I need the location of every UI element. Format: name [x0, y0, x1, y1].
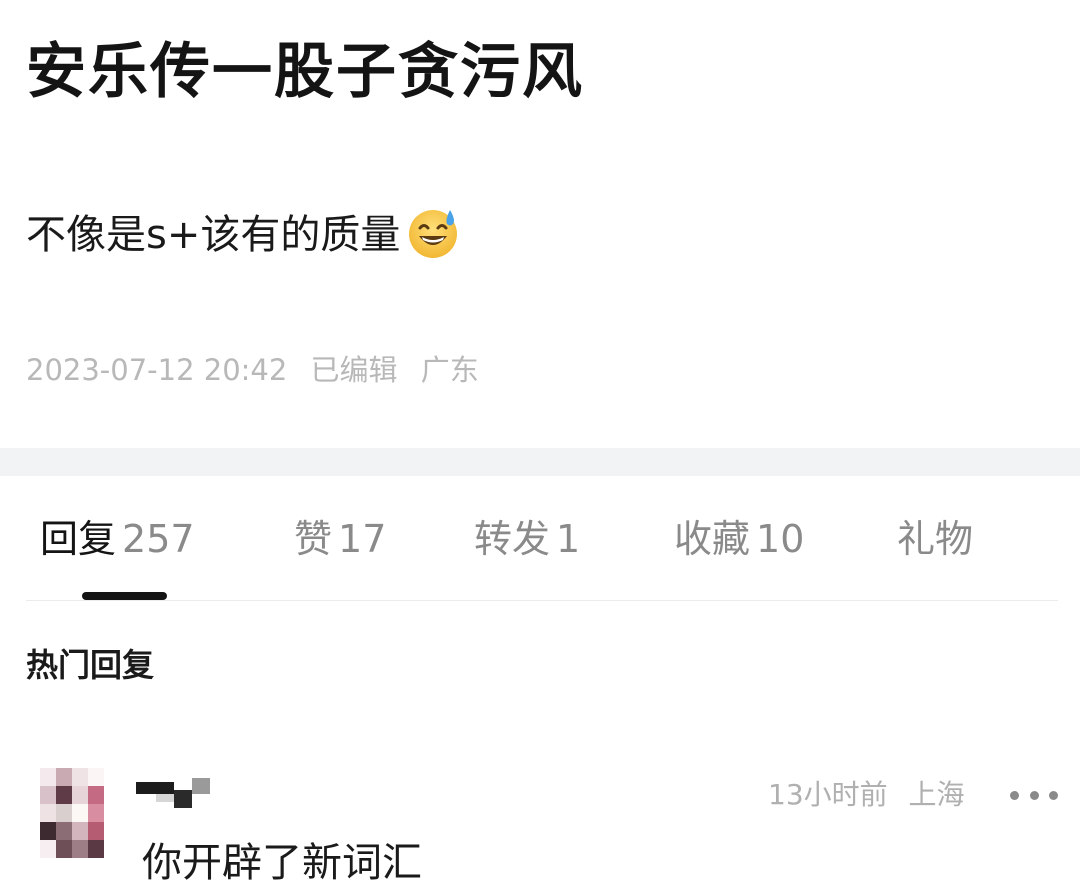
comment-text: 你开辟了新词汇: [142, 840, 422, 886]
comment-meta: 13小时前 上海: [768, 775, 977, 815]
tab-likes[interactable]: 赞 17: [294, 512, 386, 566]
tab-reposts-count: 1: [556, 517, 581, 561]
grinning-sweat-emoji-icon: [406, 206, 460, 260]
tab-favorites-label: 收藏: [674, 517, 751, 561]
post-title: 安乐传一股子贪污风: [26, 37, 584, 107]
tab-favorites-count: 10: [756, 517, 805, 561]
more-dot: [1010, 790, 1019, 800]
post-body-text: 不像是s+该有的质量: [26, 212, 401, 258]
post-meta: 2023-07-12 20:42 已编辑 广东: [26, 350, 493, 390]
active-tab-indicator: [82, 592, 167, 600]
post-body: 不像是s+该有的质量: [26, 205, 460, 265]
more-dot: [1049, 790, 1058, 800]
more-dot: [1029, 790, 1039, 800]
tab-gifts[interactable]: 礼物: [897, 512, 979, 566]
tab-likes-count: 17: [338, 517, 387, 561]
comment-time: 13小时前: [768, 778, 888, 811]
post-timestamp: 2023-07-12 20:42: [26, 353, 288, 387]
tab-reposts[interactable]: 转发 1: [474, 512, 580, 566]
tab-likes-label: 赞: [294, 517, 333, 561]
tabs-divider: [26, 600, 1058, 601]
comment-avatar[interactable]: [40, 768, 104, 858]
tab-replies[interactable]: 回复 257: [40, 512, 195, 566]
tab-replies-count: 257: [122, 517, 195, 561]
tab-replies-label: 回复: [40, 517, 117, 561]
tab-reposts-label: 转发: [474, 517, 551, 561]
tab-favorites[interactable]: 收藏 10: [674, 512, 804, 566]
post-edited-label: 已编辑: [310, 353, 398, 387]
comment-location: 上海: [908, 778, 965, 811]
comment-username[interactable]: [136, 778, 216, 814]
post-tabs: 回复 257 赞 17 转发 1 收藏 10 礼物: [0, 500, 1080, 580]
hot-replies-heading: 热门回复: [26, 646, 155, 684]
section-divider-band: [0, 448, 1080, 476]
post-location: 广东: [420, 353, 479, 387]
more-dots-icon[interactable]: [1010, 788, 1058, 802]
tab-gifts-label: 礼物: [897, 517, 974, 561]
